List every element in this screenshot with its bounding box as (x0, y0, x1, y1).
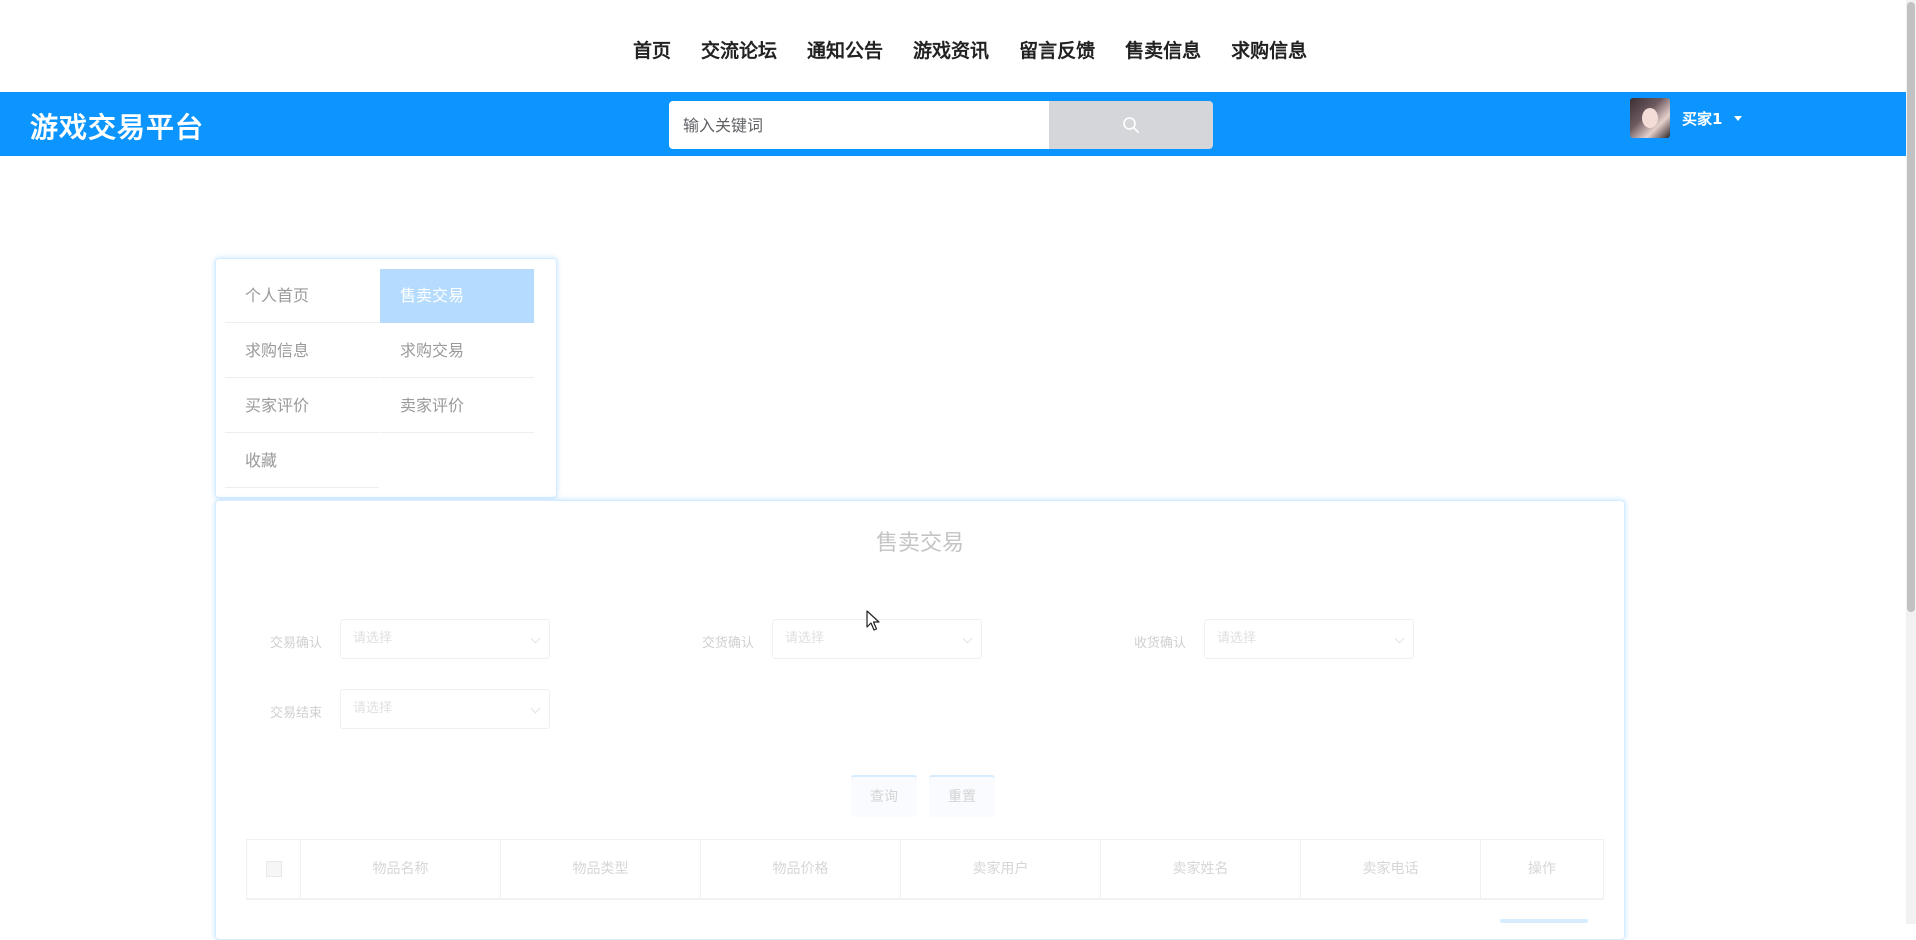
receipt-confirm-select[interactable]: 请选择 (1204, 619, 1414, 659)
table-row-divider (246, 899, 1604, 900)
row-action-button[interactable] (1500, 919, 1588, 923)
avatar[interactable] (1630, 98, 1670, 138)
nav-item-sell-info[interactable]: 售卖信息 (1125, 36, 1201, 63)
select-placeholder: 请选择 (1217, 631, 1257, 646)
sell-trade-panel: 售卖交易 交易确认 请选择 交货确认 请选择 收货确认 请选择 交易结束 请选择… (215, 500, 1625, 940)
select-placeholder: 请选择 (785, 631, 825, 646)
query-button[interactable]: 查询 (851, 775, 917, 817)
trade-end-select[interactable]: 请选择 (340, 689, 550, 729)
username[interactable]: 买家1 (1682, 108, 1722, 129)
menu-item-buy-info[interactable]: 求购信息 (225, 324, 379, 378)
filter-label-trade-confirm: 交易确认 (270, 636, 323, 651)
nav-item-home[interactable]: 首页 (633, 36, 671, 63)
select-placeholder: 请选择 (353, 631, 393, 646)
column-header[interactable]: 物品价格 (701, 840, 901, 898)
column-header[interactable]: 物品类型 (501, 840, 701, 898)
menu-item-sell-trade[interactable]: 售卖交易 (380, 269, 534, 323)
trade-confirm-select[interactable]: 请选择 (340, 619, 550, 659)
column-header-actions: 操作 (1528, 861, 1556, 877)
nav-item-feedback[interactable]: 留言反馈 (1019, 36, 1095, 63)
search-icon (1123, 117, 1139, 133)
chevron-down-icon (962, 633, 973, 644)
column-header[interactable]: 卖家电话 (1301, 840, 1481, 898)
chevron-down-icon (530, 633, 541, 644)
page-scrollbar-thumb[interactable] (1907, 2, 1915, 612)
menu-item-seller-review[interactable]: 卖家评价 (380, 379, 534, 433)
select-all-cell (247, 840, 301, 898)
column-header[interactable]: 卖家姓名 (1101, 840, 1301, 898)
column-header[interactable]: 物品名称 (301, 840, 501, 898)
top-navigation: 首页 交流论坛 通知公告 游戏资讯 留言反馈 售卖信息 求购信息 (0, 0, 1916, 92)
panel-title: 售卖交易 (875, 531, 964, 556)
site-logo-text[interactable]: 游戏交易平台 (30, 106, 204, 146)
filter-label-delivery-confirm: 交货确认 (702, 636, 755, 651)
nav-item-forum[interactable]: 交流论坛 (701, 36, 777, 63)
column-header[interactable]: 卖家用户 (901, 840, 1101, 898)
table-header: 物品名称 物品类型 物品价格 卖家用户 卖家姓名 卖家电话 操作 (246, 839, 1604, 899)
chevron-down-icon (530, 703, 541, 714)
menu-item-buyer-review[interactable]: 买家评价 (225, 379, 379, 433)
nav-item-buy-info[interactable]: 求购信息 (1231, 36, 1307, 63)
user-menu[interactable]: 买家1 (1630, 98, 1743, 138)
menu-item-buy-trade[interactable]: 求购交易 (380, 324, 534, 378)
nav-item-notice[interactable]: 通知公告 (807, 36, 883, 63)
search-button[interactable] (1049, 101, 1213, 149)
header-bar: 游戏交易平台 买家1 (0, 92, 1916, 156)
search-input[interactable] (669, 101, 1049, 149)
menu-item-personal-home[interactable]: 个人首页 (225, 269, 379, 323)
nav-item-game-news[interactable]: 游戏资讯 (913, 36, 989, 63)
select-placeholder: 请选择 (353, 701, 393, 716)
reset-button[interactable]: 重置 (929, 775, 995, 817)
nav-list: 首页 交流论坛 通知公告 游戏资讯 留言反馈 售卖信息 求购信息 (633, 36, 1337, 63)
search-bar (669, 101, 1213, 149)
filter-label-receipt-confirm: 收货确认 (1134, 636, 1187, 651)
mouse-cursor-icon (866, 610, 880, 631)
caret-down-icon[interactable] (1734, 115, 1743, 121)
chevron-down-icon (1394, 633, 1405, 644)
menu-item-favorites[interactable]: 收藏 (225, 434, 379, 488)
side-menu: 个人首页 售卖交易 求购信息 求购交易 买家评价 卖家评价 收藏 (215, 258, 557, 498)
filter-label-trade-end: 交易结束 (270, 706, 323, 721)
select-all-checkbox[interactable] (265, 861, 282, 877)
